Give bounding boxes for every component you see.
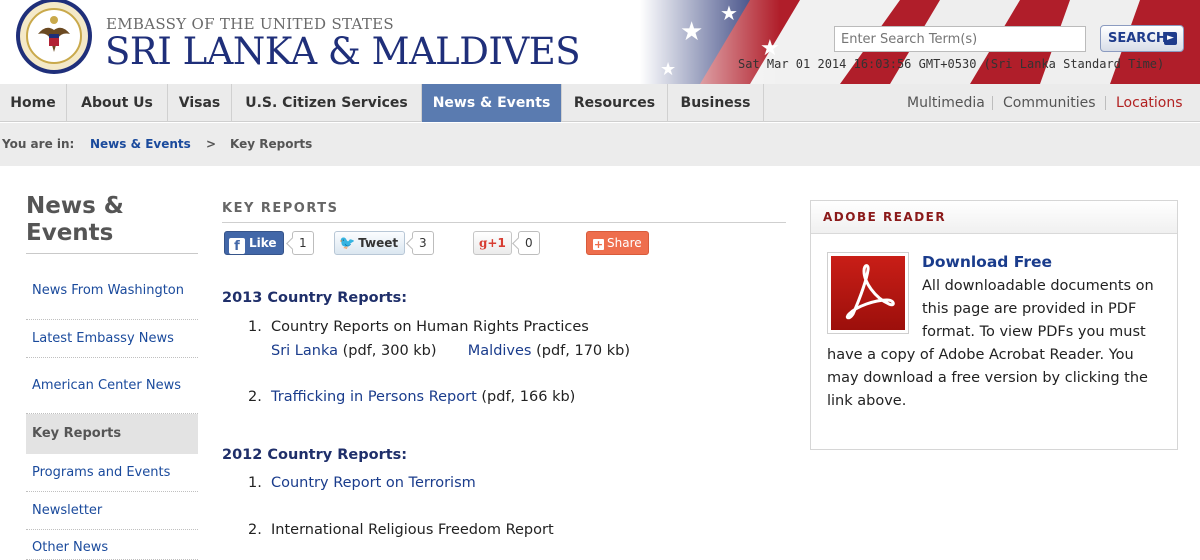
facebook-like-button[interactable]: f Like: [224, 231, 284, 255]
panel-header: ADOBE READER: [811, 201, 1177, 234]
breadcrumb-separator: >: [206, 137, 217, 151]
nav-divider: [992, 96, 993, 110]
list-number: 1.: [248, 319, 262, 335]
tweet-label: Tweet: [358, 236, 399, 250]
search-button-label: SEARCH: [1108, 31, 1167, 46]
download-free-link[interactable]: Download Free: [922, 253, 1052, 271]
panel-title: ADOBE READER: [823, 210, 947, 224]
list-number: 1.: [248, 475, 262, 491]
link-maldives[interactable]: Maldives: [468, 343, 532, 359]
nav-us-citizen-services[interactable]: U.S. Citizen Services: [232, 84, 422, 122]
report-links-row: Sri Lanka (pdf, 300 kb) Maldives (pdf, 1…: [271, 343, 630, 359]
report-title-religious-freedom: International Religious Freedom Report: [271, 522, 554, 538]
link-country-report-on-terrorism[interactable]: Country Report on Terrorism: [271, 475, 476, 491]
share-button[interactable]: + Share: [586, 231, 649, 255]
link-sri-lanka[interactable]: Sri Lanka: [271, 343, 338, 359]
share-label: Share: [607, 236, 642, 250]
nav-resources[interactable]: Resources: [562, 84, 668, 122]
google-plus-label: +1: [487, 236, 506, 250]
breadcrumb-current: Key Reports: [230, 137, 313, 151]
adobe-reader-panel: ADOBE READER Download Free All downloada…: [810, 200, 1178, 450]
breadcrumb-link-news-events[interactable]: News & Events: [90, 137, 191, 151]
nav-visas[interactable]: Visas: [168, 84, 232, 122]
report-title-human-rights: Country Reports on Human Rights Practice…: [271, 319, 589, 335]
section-heading-2012: 2012 Country Reports:: [222, 447, 408, 463]
file-info: (pdf, 170 kb): [536, 343, 631, 359]
adobe-description: All downloadable documents on this page …: [827, 275, 1167, 413]
sidebar-item-newsletter[interactable]: Newsletter: [26, 492, 198, 530]
nav-communities[interactable]: Communities: [1003, 84, 1096, 122]
tweet-button[interactable]: 🐦 Tweet: [334, 231, 406, 255]
link-trafficking-in-persons[interactable]: Trafficking in Persons Report: [271, 389, 477, 405]
breadcrumb: You are in: News & Events > Key Reports: [0, 123, 1200, 166]
breadcrumb-prefix: You are in:: [2, 137, 75, 151]
section-heading-2013: 2013 Country Reports:: [222, 290, 408, 306]
google-plus-count: 0: [518, 231, 540, 255]
nav-home[interactable]: Home: [0, 84, 67, 122]
chevron-right-icon: ►: [1164, 32, 1177, 45]
sidebar-item-news-from-washington[interactable]: News From Washington: [26, 262, 198, 320]
search-input[interactable]: [834, 26, 1086, 52]
main-nav: Home About Us Visas U.S. Citizen Service…: [0, 84, 1200, 122]
sidebar-item-latest-embassy-news[interactable]: Latest Embassy News: [26, 320, 198, 358]
nav-business[interactable]: Business: [668, 84, 764, 122]
embassy-seal-icon[interactable]: [12, 0, 96, 80]
nav-multimedia[interactable]: Multimedia: [907, 84, 985, 122]
nav-locations[interactable]: Locations: [1116, 84, 1183, 122]
tweet-count: 3: [412, 231, 434, 255]
report-row-trafficking: Trafficking in Persons Report (pdf, 166 …: [271, 389, 575, 405]
google-plus-button[interactable]: g+1: [473, 231, 512, 255]
sidebar-item-american-center-news[interactable]: American Center News: [26, 358, 198, 414]
site-header: EMBASSY OF THE UNITED STATES SRI LANKA &…: [0, 0, 1200, 84]
plus-icon: +: [593, 238, 604, 251]
page-title: KEY REPORTS: [222, 201, 339, 216]
sidebar-item-key-reports[interactable]: Key Reports: [26, 414, 198, 454]
nav-divider: [1105, 96, 1106, 110]
file-info: (pdf, 166 kb): [481, 389, 576, 405]
facebook-like-count: 1: [292, 231, 314, 255]
sidebar-item-other-news[interactable]: Other News: [26, 530, 198, 560]
list-number: 2.: [248, 522, 262, 538]
search-button[interactable]: SEARCH ►: [1100, 25, 1184, 52]
file-info: (pdf, 300 kb): [342, 343, 437, 359]
report-row-terrorism: Country Report on Terrorism: [271, 475, 476, 491]
sidebar-title: News & Events: [26, 193, 198, 254]
embassy-title[interactable]: SRI LANKA & MALDIVES: [105, 30, 581, 73]
nav-about-us[interactable]: About Us: [67, 84, 168, 122]
twitter-bird-icon: 🐦: [339, 236, 356, 251]
divider: [222, 222, 786, 223]
facebook-icon: f: [229, 238, 245, 254]
nav-news-events[interactable]: News & Events: [422, 84, 562, 122]
sidebar-item-programs-and-events[interactable]: Programs and Events: [26, 454, 198, 492]
facebook-like-label: Like: [249, 236, 277, 250]
list-number: 2.: [248, 389, 262, 405]
datetime-display: Sat Mar 01 2014 16:03:56 GMT+0530 (Sri L…: [738, 57, 1165, 71]
